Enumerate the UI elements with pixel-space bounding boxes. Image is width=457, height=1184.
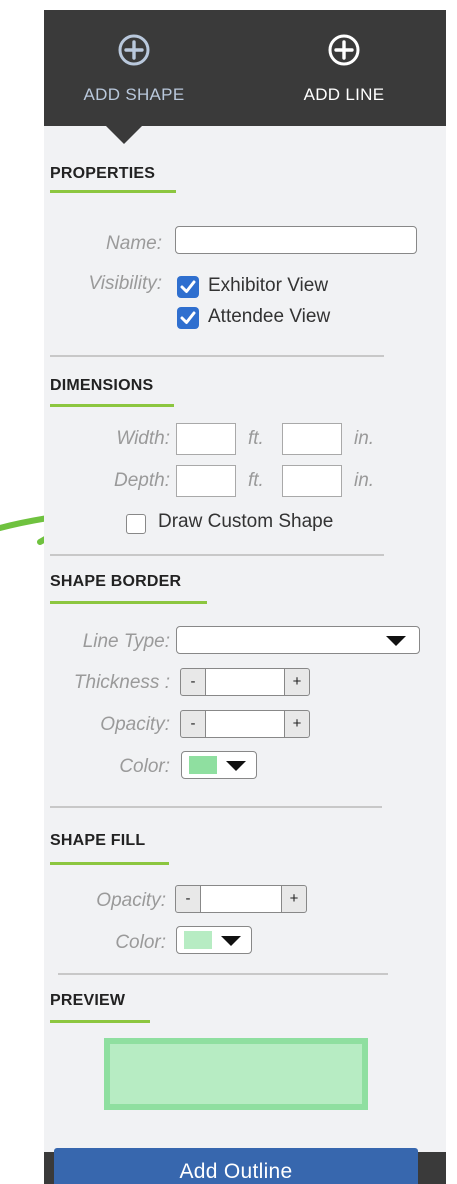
fill-opacity-input[interactable] [201,885,281,913]
section-divider [50,554,384,556]
border-opacity-stepper: - + [180,710,310,738]
border-color-swatch [189,756,217,774]
name-label: Name: [106,233,162,254]
preview-underline [50,1020,150,1023]
depth-in-unit: in. [354,470,375,491]
attendee-view-label: Attendee View [208,306,331,327]
visibility-label: Visibility: [88,273,162,294]
shape-fill-underline [50,862,169,865]
dimensions-underline [50,404,174,407]
width-in-unit: in. [354,428,375,449]
properties-title: PROPERTIES [50,165,156,182]
width-in-input[interactable] [282,423,342,455]
chevron-down-icon [221,936,241,946]
thickness-increment-button[interactable]: + [284,668,310,696]
tab-add-line-label: ADD LINE [303,85,385,104]
draw-custom-shape-label: Draw Custom Shape [158,511,334,532]
add-circle-icon [118,34,150,66]
line-type-select[interactable] [176,626,420,654]
fill-opacity-stepper: - + [175,885,307,913]
shape-editor-panel: ADD SHAPE ADD LINE PROPERTIES Name: Visi… [44,10,446,1184]
border-opacity-decrement-button[interactable]: - [180,710,206,738]
dimensions-title: DIMENSIONS [50,377,154,394]
section-divider [58,973,388,975]
tab-add-shape[interactable]: ADD SHAPE [44,10,224,126]
thickness-decrement-button[interactable]: - [180,668,206,696]
fill-opacity-label: Opacity: [96,890,166,911]
border-opacity-label: Opacity: [100,714,170,735]
draw-custom-shape-checkbox[interactable] [126,514,146,534]
active-tab-pointer [106,126,142,144]
shape-preview [104,1038,368,1110]
border-opacity-input[interactable] [206,710,284,738]
width-ft-unit: ft. [248,428,264,449]
checkmark-icon [180,280,196,293]
depth-in-input[interactable] [282,465,342,497]
depth-ft-unit: ft. [248,470,264,491]
thickness-label: Thickness : [73,672,170,693]
thickness-stepper: - + [180,668,310,696]
section-divider [50,355,384,357]
border-opacity-increment-button[interactable]: + [284,710,310,738]
border-color-label: Color: [119,756,170,777]
shape-border-underline [50,601,207,604]
depth-ft-input[interactable] [176,465,236,497]
tab-add-shape-label: ADD SHAPE [83,85,185,104]
width-ft-input[interactable] [176,423,236,455]
top-tab-bar: ADD SHAPE ADD LINE [44,10,446,126]
border-color-picker[interactable] [181,751,257,779]
fill-color-label: Color: [115,932,166,953]
add-outline-button[interactable]: Add Outline [54,1148,418,1184]
chevron-down-icon [226,761,246,771]
exhibitor-view-checkbox[interactable] [177,276,199,298]
tab-add-line[interactable]: ADD LINE [254,10,434,126]
preview-title: PREVIEW [50,992,126,1009]
attendee-view-checkbox[interactable] [177,307,199,329]
add-circle-icon [328,34,360,66]
fill-opacity-decrement-button[interactable]: - [175,885,201,913]
properties-underline [50,190,176,193]
section-divider [50,806,382,808]
fill-color-picker[interactable] [176,926,252,954]
line-type-label: Line Type: [82,631,170,652]
fill-color-swatch [184,931,212,949]
width-label: Width: [116,428,170,449]
name-input[interactable] [175,226,417,254]
fill-opacity-increment-button[interactable]: + [281,885,307,913]
chevron-down-icon [386,636,406,646]
shape-fill-title: SHAPE FILL [50,832,146,849]
checkmark-icon [180,311,196,324]
shape-border-title: SHAPE BORDER [50,573,182,590]
thickness-input[interactable] [206,668,284,696]
exhibitor-view-label: Exhibitor View [208,275,329,296]
depth-label: Depth: [114,470,170,491]
